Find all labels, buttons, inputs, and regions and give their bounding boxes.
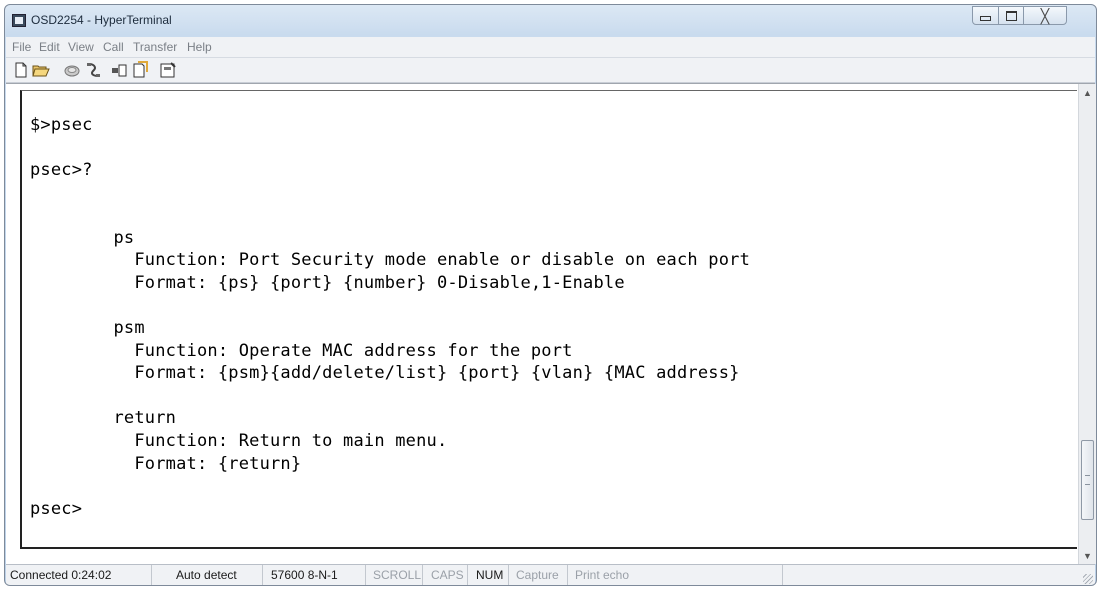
menu-bar: File Edit View Call Transfer Help: [6, 37, 1095, 58]
close-button[interactable]: ╳: [1023, 6, 1067, 25]
vertical-scrollbar[interactable]: ▲ ▼: [1078, 84, 1096, 564]
status-bar: Connected 0:24:02 Auto detect 57600 8-N-…: [6, 564, 1095, 585]
status-settings: 57600 8-N-1: [263, 565, 366, 585]
app-icon[interactable]: [12, 14, 26, 27]
menu-help[interactable]: Help: [187, 40, 212, 54]
grip-icon: [1085, 475, 1090, 485]
send-icon[interactable]: [110, 60, 130, 80]
status-print-echo: Print echo: [568, 565, 783, 585]
toolbar: [6, 58, 1095, 83]
terminal-output[interactable]: $>psec psec>? ps Function: Port Security…: [30, 91, 750, 520]
resize-grip-icon[interactable]: [1083, 574, 1093, 584]
scroll-up-icon[interactable]: ▲: [1079, 84, 1096, 101]
minimize-icon: [980, 16, 991, 21]
connect-icon[interactable]: [62, 60, 82, 80]
receive-icon[interactable]: [130, 60, 150, 80]
status-num: NUM: [468, 565, 509, 585]
status-capture: Capture: [509, 565, 568, 585]
status-detect: Auto detect: [152, 565, 263, 585]
new-icon[interactable]: [11, 60, 31, 80]
close-icon: ╳: [1040, 7, 1050, 24]
menu-transfer[interactable]: Transfer: [133, 40, 177, 54]
scrollbar-thumb[interactable]: [1081, 440, 1094, 520]
terminal-screen[interactable]: $>psec psec>? ps Function: Port Security…: [20, 90, 1077, 549]
terminal-panel: $>psec psec>? ps Function: Port Security…: [6, 83, 1096, 565]
menu-file[interactable]: File: [12, 40, 31, 54]
menu-edit[interactable]: Edit: [39, 40, 60, 54]
status-caps: CAPS: [423, 565, 468, 585]
properties-icon[interactable]: [158, 60, 178, 80]
maximize-icon: [1005, 10, 1017, 21]
menu-view[interactable]: View: [68, 40, 94, 54]
hyperterminal-window: OSD2254 - HyperTerminal ╳ File Edit View…: [4, 4, 1097, 586]
status-connected: Connected 0:24:02: [6, 565, 152, 585]
maximize-button[interactable]: [998, 6, 1024, 25]
minimize-button[interactable]: [972, 6, 999, 25]
scroll-down-icon[interactable]: ▼: [1079, 547, 1096, 564]
open-icon[interactable]: [31, 60, 51, 80]
disconnect-icon[interactable]: [84, 60, 104, 80]
status-scroll: SCROLL: [366, 565, 423, 585]
title-bar[interactable]: OSD2254 - HyperTerminal ╳: [5, 5, 1096, 37]
menu-call[interactable]: Call: [103, 40, 124, 54]
window-title: OSD2254 - HyperTerminal: [31, 13, 172, 27]
